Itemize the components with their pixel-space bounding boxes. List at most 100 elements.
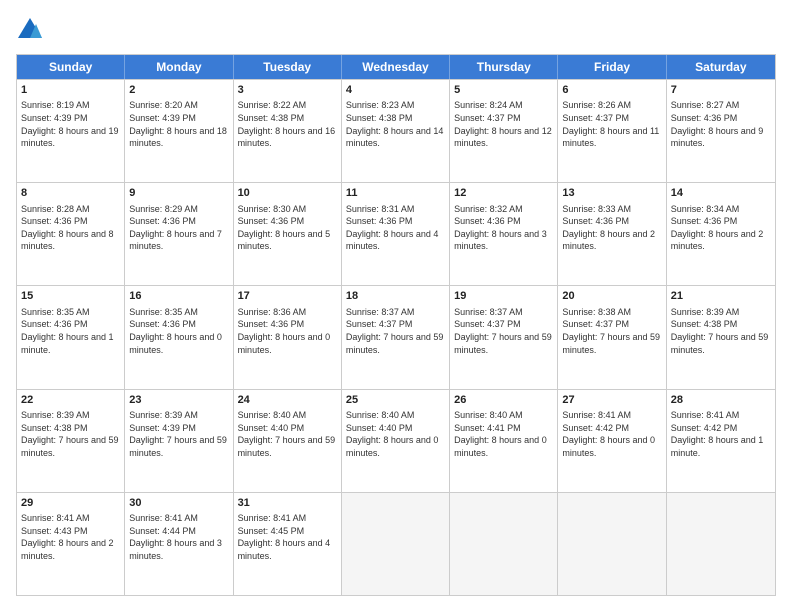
sunset: Sunset: 4:45 PM (238, 526, 305, 536)
daylight: Daylight: 8 hours and 0 minutes. (346, 435, 439, 458)
sunset: Sunset: 4:38 PM (346, 113, 413, 123)
sunset: Sunset: 4:36 PM (129, 216, 196, 226)
cal-cell: 23Sunrise: 8:39 AMSunset: 4:39 PMDayligh… (125, 390, 233, 492)
sunrise: Sunrise: 8:26 AM (562, 100, 631, 110)
sunset: Sunset: 4:36 PM (129, 319, 196, 329)
daylight: Daylight: 7 hours and 59 minutes. (238, 435, 336, 458)
daylight: Daylight: 7 hours and 59 minutes. (129, 435, 227, 458)
cal-row-1: 1 Sunrise: 8:19 AM Sunset: 4:39 PM Daylight… (17, 79, 775, 182)
daylight: Daylight: 8 hours and 18 minutes. (129, 126, 227, 149)
sunrise: Sunrise: 8:23 AM (346, 100, 415, 110)
cal-cell (667, 493, 775, 595)
logo (16, 16, 48, 44)
daylight: Daylight: 8 hours and 12 minutes. (454, 126, 552, 149)
day-number: 26 (454, 393, 553, 408)
daylight: Daylight: 8 hours and 3 minutes. (129, 538, 222, 561)
cal-cell: 6Sunrise: 8:26 AMSunset: 4:37 PMDaylight… (558, 80, 666, 182)
cal-cell: 22 Sunrise: 8:39 AM Sunset: 4:38 PM Dayligh… (17, 390, 125, 492)
day-number: 10 (238, 186, 337, 201)
sunrise: Sunrise: 8:34 AM (671, 204, 740, 214)
cal-cell: 24 Sunrise: 8:40 AM Sunset: 4:40 PM Dayligh… (234, 390, 342, 492)
cal-header-saturday: Saturday (667, 55, 775, 79)
sunset: Sunset: 4:36 PM (454, 216, 521, 226)
day-number: 31 (238, 496, 337, 511)
daylight: Daylight: 8 hours and 3 minutes. (454, 229, 547, 252)
daylight: Daylight: 8 hours and 0 minutes. (454, 435, 547, 458)
cal-cell: 11Sunrise: 8:31 AMSunset: 4:36 PMDayligh… (342, 183, 450, 285)
day-number: 5 (454, 83, 553, 98)
daylight: Daylight: 8 hours and 11 minutes. (562, 126, 659, 149)
day-number: 22 (21, 393, 120, 408)
sunrise: Sunrise: 8:36 AM (238, 307, 307, 317)
sunset: Sunset: 4:38 PM (21, 423, 88, 433)
day-number: 24 (238, 393, 337, 408)
cal-cell: 29Sunrise: 8:41 AMSunset: 4:43 PMDayligh… (17, 493, 125, 595)
daylight: Daylight: 8 hours and 1 minute. (671, 435, 764, 458)
cal-cell: 30Sunrise: 8:41 AMSunset: 4:44 PMDayligh… (125, 493, 233, 595)
day-number: 23 (129, 393, 228, 408)
sunset: Sunset: 4:39 PM (129, 113, 196, 123)
cal-header-tuesday: Tuesday (234, 55, 342, 79)
sunrise: Sunrise: 8:40 AM (346, 410, 415, 420)
daylight: Daylight: 8 hours and 8 minutes. (21, 229, 114, 252)
daylight: Daylight: 8 hours and 4 minutes. (346, 229, 439, 252)
cal-cell: 7Sunrise: 8:27 AMSunset: 4:36 PMDaylight… (667, 80, 775, 182)
daylight: Daylight: 7 hours and 59 minutes. (21, 435, 119, 458)
cal-cell: 2Sunrise: 8:20 AMSunset: 4:39 PMDaylight… (125, 80, 233, 182)
day-number: 21 (671, 289, 771, 304)
day-number: 29 (21, 496, 120, 511)
cal-cell: 1Sunrise: 8:19 AMSunset: 4:39 PMDaylight… (17, 80, 125, 182)
sunrise: Sunrise: 8:39 AM (21, 410, 90, 420)
cal-cell: 14Sunrise: 8:34 AMSunset: 4:36 PMDayligh… (667, 183, 775, 285)
daylight: Daylight: 8 hours and 9 minutes. (671, 126, 764, 149)
cal-cell: 12 Sunrise: 8:32 AM Sunset: 4:36 PM Dayligh… (450, 183, 558, 285)
cal-header-wednesday: Wednesday (342, 55, 450, 79)
sunset: Sunset: 4:40 PM (238, 423, 305, 433)
cal-cell: 26Sunrise: 8:40 AMSunset: 4:41 PMDayligh… (450, 390, 558, 492)
daylight: Daylight: 7 hours and 59 minutes. (562, 332, 660, 355)
daylight: Daylight: 8 hours and 2 minutes. (671, 229, 764, 252)
cal-cell: 20Sunrise: 8:38 AMSunset: 4:37 PMDayligh… (558, 286, 666, 388)
cal-cell: 8Sunrise: 8:28 AMSunset: 4:36 PMDaylight… (17, 183, 125, 285)
day-number: 8 (21, 186, 120, 201)
daylight: Daylight: 8 hours and 2 minutes. (562, 229, 655, 252)
cal-header-monday: Monday (125, 55, 233, 79)
cal-row-5: 29Sunrise: 8:41 AMSunset: 4:43 PMDayligh… (17, 492, 775, 595)
daylight: Daylight: 8 hours and 4 minutes. (238, 538, 331, 561)
sunrise: Sunrise: 8:31 AM (346, 204, 415, 214)
cal-cell: 31 Sunrise: 8:41 AM Sunset: 4:45 PM Dayligh… (234, 493, 342, 595)
sunrise: Sunrise: 8:41 AM (238, 513, 307, 523)
sunset: Sunset: 4:38 PM (238, 113, 305, 123)
day-number: 15 (21, 289, 120, 304)
sunrise: Sunrise: 8:32 AM (454, 204, 523, 214)
sunset: Sunset: 4:36 PM (671, 113, 738, 123)
sunrise: Sunrise: 8:20 AM (129, 100, 198, 110)
day-number: 17 (238, 289, 337, 304)
cal-cell: 28Sunrise: 8:41 AMSunset: 4:42 PMDayligh… (667, 390, 775, 492)
daylight: Daylight: 7 hours and 59 minutes. (454, 332, 552, 355)
sunset: Sunset: 4:41 PM (454, 423, 521, 433)
day-number: 27 (562, 393, 661, 408)
sunset: Sunset: 4:37 PM (346, 319, 413, 329)
day-number: 3 (238, 83, 337, 98)
sunrise: Sunrise: 8:33 AM (562, 204, 631, 214)
calendar-body: 1 Sunrise: 8:19 AM Sunset: 4:39 PM Daylight… (17, 79, 775, 595)
cal-cell: 21Sunrise: 8:39 AMSunset: 4:38 PMDayligh… (667, 286, 775, 388)
sunrise: Sunrise: 8:39 AM (671, 307, 740, 317)
day-number: 4 (346, 83, 445, 98)
sunrise: Sunrise: 8:19 AM (21, 100, 90, 110)
day-number: 28 (671, 393, 771, 408)
daylight: Daylight: 8 hours and 0 minutes. (238, 332, 331, 355)
calendar-header: SundayMondayTuesdayWednesdayThursdayFrid… (17, 55, 775, 79)
day-number: 12 (454, 186, 553, 201)
daylight: Daylight: 8 hours and 0 minutes. (562, 435, 655, 458)
day-number: 7 (671, 83, 771, 98)
sunset: Sunset: 4:42 PM (562, 423, 629, 433)
day-number: 1 (21, 83, 120, 98)
daylight: Daylight: 7 hours and 59 minutes. (346, 332, 444, 355)
sunrise: Sunrise: 8:35 AM (21, 307, 90, 317)
sunrise: Sunrise: 8:40 AM (238, 410, 307, 420)
sunset: Sunset: 4:36 PM (21, 216, 88, 226)
sunset: Sunset: 4:42 PM (671, 423, 738, 433)
day-number: 18 (346, 289, 445, 304)
